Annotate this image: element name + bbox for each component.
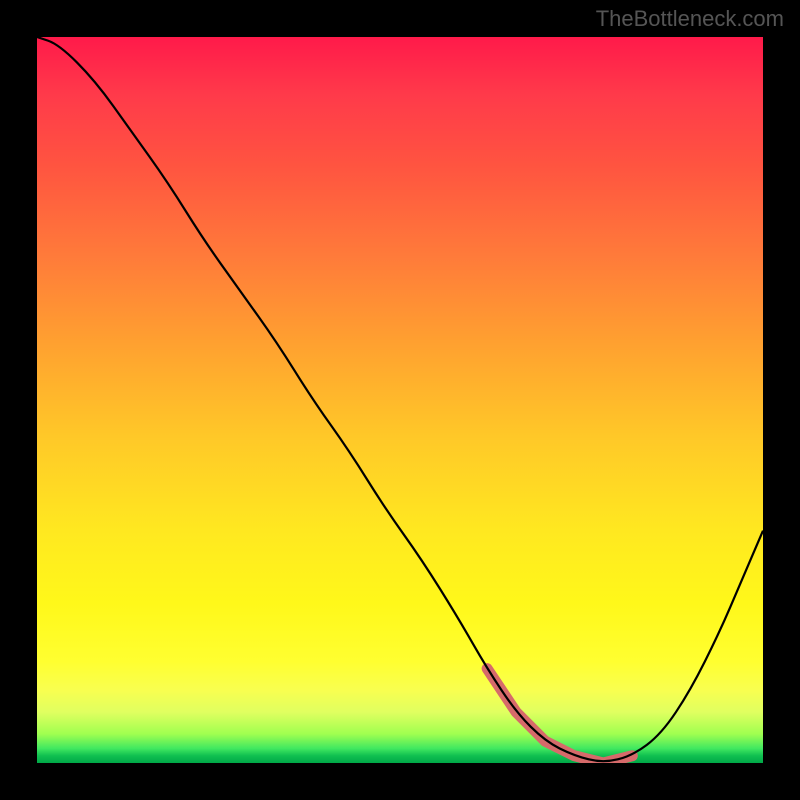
curve-line	[37, 37, 763, 761]
watermark-text: TheBottleneck.com	[596, 6, 784, 32]
plot-area	[37, 37, 763, 763]
chart-svg	[37, 37, 763, 763]
